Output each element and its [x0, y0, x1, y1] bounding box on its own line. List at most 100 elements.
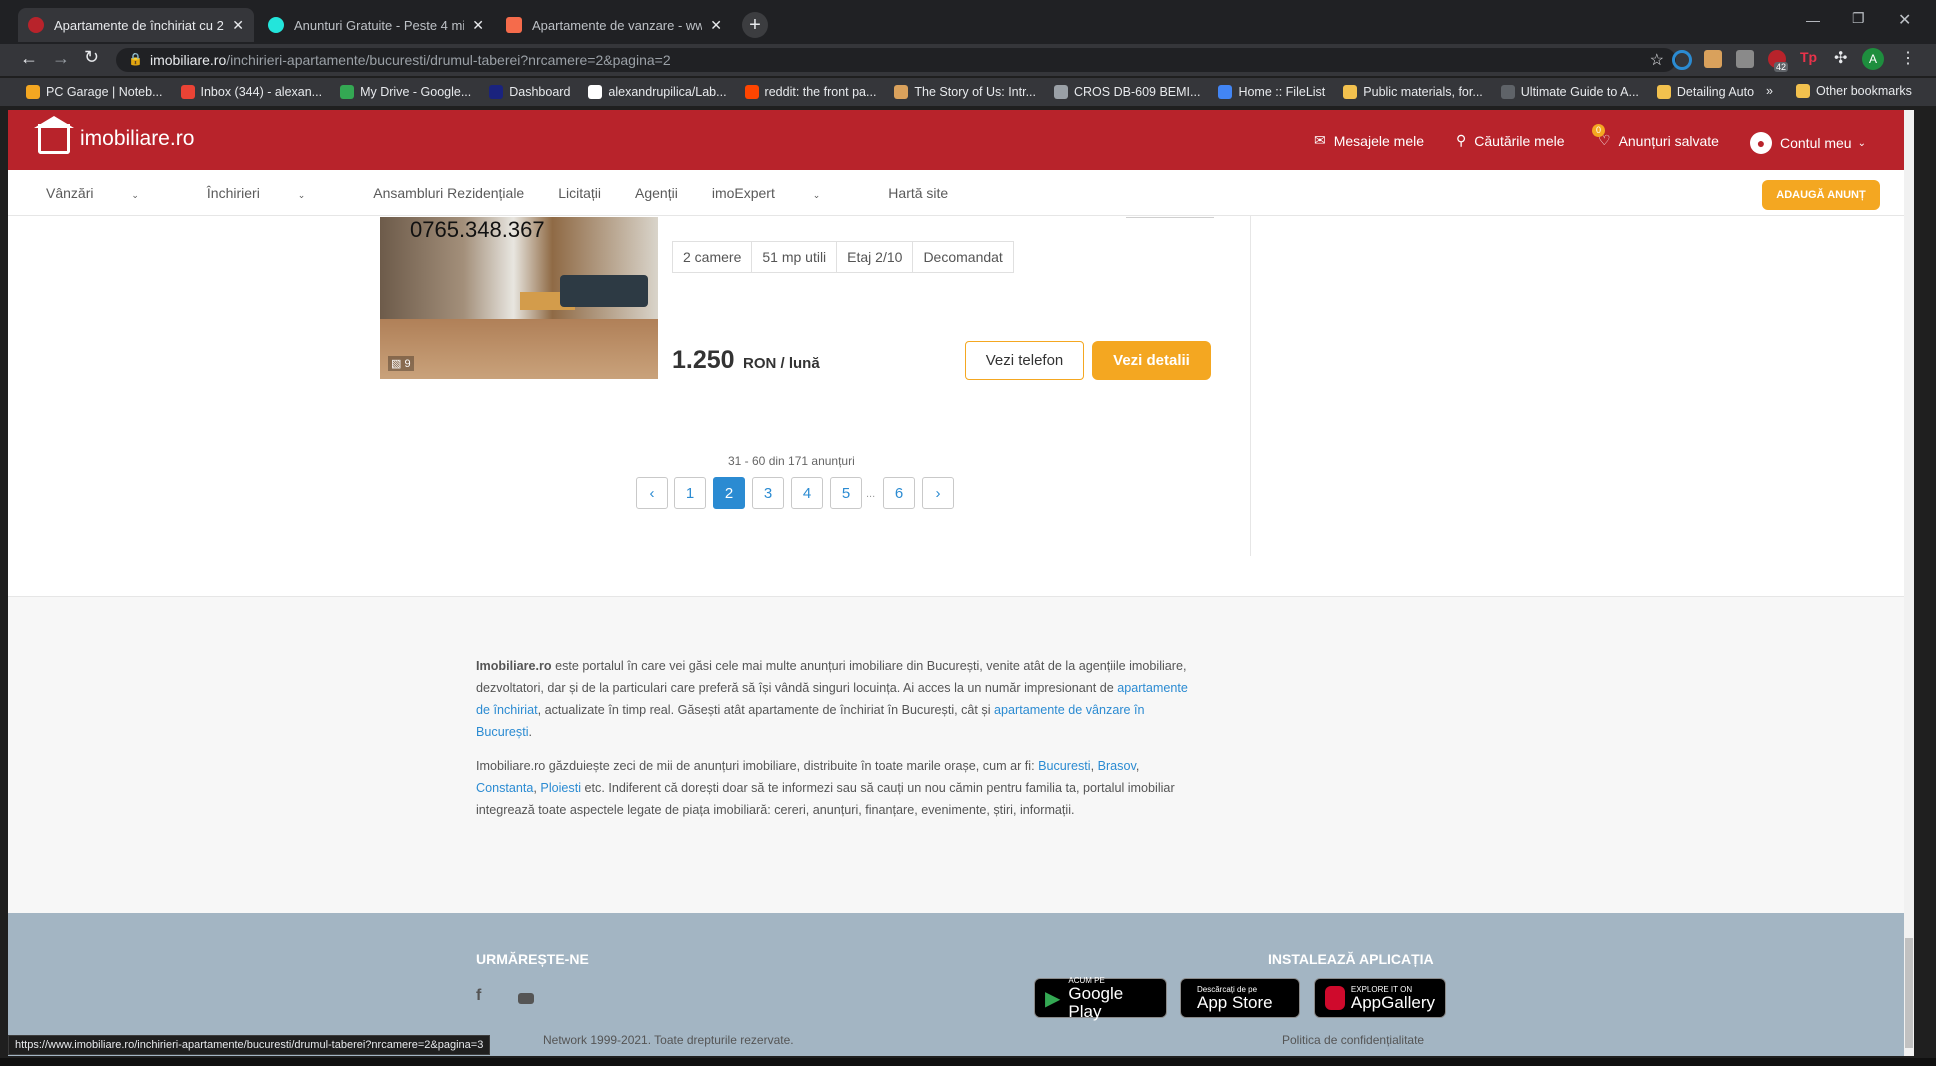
forward-icon[interactable]: →: [52, 48, 70, 69]
privacy-link[interactable]: Politica de confidențialitate: [1282, 1033, 1424, 1047]
bookmark-item[interactable]: Public materials, for...: [1343, 85, 1483, 99]
extension-icon[interactable]: [1736, 50, 1754, 68]
tab-olx[interactable]: Anunturi Gratuite - Peste 4 milion ✕: [258, 8, 494, 42]
tab-storia[interactable]: Apartamente de vanzare - www.a ✕: [496, 8, 732, 42]
nav-imoexpert[interactable]: imoExpert ⌄: [712, 185, 854, 201]
tab-strip: Apartamente de închiriat cu 2 cam ✕ Anun…: [0, 0, 1936, 48]
add-listing-button[interactable]: ADAUGĂ ANUNȚ: [1762, 180, 1880, 210]
new-tab-button[interactable]: +: [742, 12, 768, 38]
close-tab-icon[interactable]: ✕: [710, 17, 722, 34]
bookmark-label: PC Garage | Noteb...: [46, 85, 163, 99]
feature-floor: Etaj 2/10: [836, 241, 914, 273]
nav-licitatii[interactable]: Licitații: [558, 185, 601, 201]
text: este portalul în care vei găsi cele mai …: [476, 659, 1187, 695]
web-page: imobiliare.ro ✉ Mesajele mele ⚲ Căutările …: [8, 110, 1914, 1056]
user-icon: ●: [1750, 132, 1772, 154]
bookmark-item[interactable]: My Drive - Google...: [340, 85, 471, 99]
city-link-brasov[interactable]: Brasov: [1098, 759, 1136, 773]
nav-agentii[interactable]: Agenții: [635, 185, 678, 201]
extensions-puzzle-icon[interactable]: ✣: [1834, 48, 1847, 68]
city-link-bucuresti[interactable]: Bucuresti: [1038, 759, 1091, 773]
text: , actualizate în timp real. Găsești atât…: [537, 703, 995, 717]
saved-count-badge: 0: [1592, 124, 1605, 137]
back-icon[interactable]: ←: [20, 48, 38, 69]
google-play-icon: ▶: [1045, 987, 1061, 1010]
bookmark-item[interactable]: PC Garage | Noteb...: [26, 85, 163, 99]
bookmark-favicon-icon: [1656, 85, 1671, 99]
page-5-button[interactable]: 5: [830, 477, 862, 509]
bookmark-item[interactable]: Detailing Auto: [1656, 85, 1755, 99]
profile-avatar[interactable]: A: [1862, 48, 1884, 70]
bookmark-item[interactable]: The Story of Us: Intr...: [894, 85, 1036, 99]
text: .: [528, 725, 533, 739]
extension-tp-icon[interactable]: Tp: [1800, 49, 1817, 65]
more-bookmarks-icon[interactable]: »: [1766, 84, 1773, 98]
results-summary: 31 - 60 din 171 anunțuri: [728, 454, 855, 468]
close-tab-icon[interactable]: ✕: [232, 17, 244, 34]
badge-big-text: Google Play: [1068, 983, 1124, 1021]
city-link-ploiesti[interactable]: Ploiesti: [540, 781, 581, 795]
show-phone-button[interactable]: Vezi telefon: [965, 341, 1084, 380]
taskbar-edge: [0, 1058, 1936, 1066]
price-value: 1.250: [672, 346, 735, 374]
next-page-button[interactable]: ›: [922, 477, 954, 509]
messages-label: Mesajele mele: [1333, 132, 1424, 149]
saved-searches-link[interactable]: ⚲ Căutările mele: [1456, 132, 1565, 149]
bookmark-label: Detailing Auto: [1676, 85, 1755, 99]
page-3-button[interactable]: 3: [752, 477, 784, 509]
saved-ads-link[interactable]: ♡ Anunțuri salvate: [1598, 132, 1719, 149]
bookmark-item[interactable]: Inbox (344) - alexan...: [180, 85, 322, 99]
scrollbar-thumb[interactable]: [1905, 938, 1913, 1048]
bookmark-label: CROS DB-609 BEMI...: [1074, 85, 1201, 99]
bookmark-item[interactable]: CROS DB-609 BEMI...: [1054, 85, 1200, 99]
prev-page-button[interactable]: ‹: [636, 477, 668, 509]
extension-icon[interactable]: [1672, 50, 1692, 70]
bookmark-item[interactable]: alexandrupilica/Lab...: [588, 85, 727, 99]
restore-button[interactable]: ❐: [1852, 10, 1865, 27]
account-menu[interactable]: ● Contul meu ⌄: [1750, 132, 1866, 154]
page-2-button[interactable]: 2: [713, 477, 745, 509]
bookmark-item[interactable]: Ultimate Guide to A...: [1500, 85, 1639, 99]
nav-vanzari[interactable]: Vânzări ⌄: [46, 185, 173, 201]
bookmark-star-icon[interactable]: ☆: [1650, 50, 1664, 70]
brand-name: Imobiliare.ro: [476, 659, 552, 673]
saved-searches-label: Căutările mele: [1474, 132, 1565, 149]
bookmark-favicon-icon: [588, 85, 603, 99]
view-details-button[interactable]: Vezi detalii: [1092, 341, 1211, 380]
app-store-badge[interactable]: Descărcați de pe App Store: [1180, 978, 1300, 1018]
page-4-button[interactable]: 4: [791, 477, 823, 509]
site-logo[interactable]: imobiliare.ro: [80, 127, 194, 151]
page-scrollbar[interactable]: [1904, 110, 1914, 1056]
app-gallery-badge[interactable]: EXPLORE IT ON AppGallery: [1314, 978, 1446, 1018]
url-host: imobiliare.ro: [150, 52, 227, 68]
bookmark-item[interactable]: Home :: FileList: [1218, 85, 1325, 99]
other-bookmarks[interactable]: Other bookmarks: [1796, 84, 1912, 98]
tab-title: Anunturi Gratuite - Peste 4 milion: [294, 17, 464, 33]
extension-icon[interactable]: [1704, 50, 1722, 68]
messages-link[interactable]: ✉ Mesajele mele: [1314, 132, 1424, 149]
google-play-badge[interactable]: ▶ ACUM PE Google Play: [1034, 976, 1167, 1021]
city-link-constanta[interactable]: Constanta: [476, 781, 533, 795]
price-unit: RON / lună: [743, 355, 820, 372]
minimize-button[interactable]: —: [1806, 12, 1820, 28]
close-window-button[interactable]: ✕: [1898, 10, 1911, 30]
nav-ansambluri[interactable]: Ansambluri Rezidențiale: [373, 185, 524, 201]
tab-imobiliare[interactable]: Apartamente de închiriat cu 2 cam ✕: [18, 8, 254, 42]
menu-dots-icon[interactable]: ⋮: [1900, 48, 1916, 68]
bookmark-label: My Drive - Google...: [360, 85, 472, 99]
address-bar[interactable]: 🔒 imobiliare.ro/inchirieri-apartamente/b…: [116, 48, 1676, 72]
bookmark-item[interactable]: Dashboard: [489, 85, 570, 99]
about-paragraph-1: Imobiliare.ro este portalul în care vei …: [476, 655, 1196, 743]
copyright-text: Network 1999-2021. Toate drepturile reze…: [543, 1033, 794, 1047]
facebook-icon[interactable]: f: [476, 987, 481, 1005]
page-1-button[interactable]: 1: [674, 477, 706, 509]
page-6-button[interactable]: 6: [883, 477, 915, 509]
nav-inchirieri[interactable]: Închirieri ⌄: [207, 185, 339, 201]
nav-harta-site[interactable]: Hartă site: [888, 185, 948, 201]
close-tab-icon[interactable]: ✕: [472, 17, 484, 34]
listing-photo[interactable]: 0765.348.367 ▧ 9: [380, 217, 658, 379]
reload-icon[interactable]: ↻: [84, 47, 99, 68]
youtube-icon[interactable]: [518, 993, 534, 1004]
bookmark-item[interactable]: reddit: the front pa...: [744, 85, 876, 99]
about-paragraph-2: Imobiliare.ro găzduiește zeci de mii de …: [476, 759, 1175, 817]
